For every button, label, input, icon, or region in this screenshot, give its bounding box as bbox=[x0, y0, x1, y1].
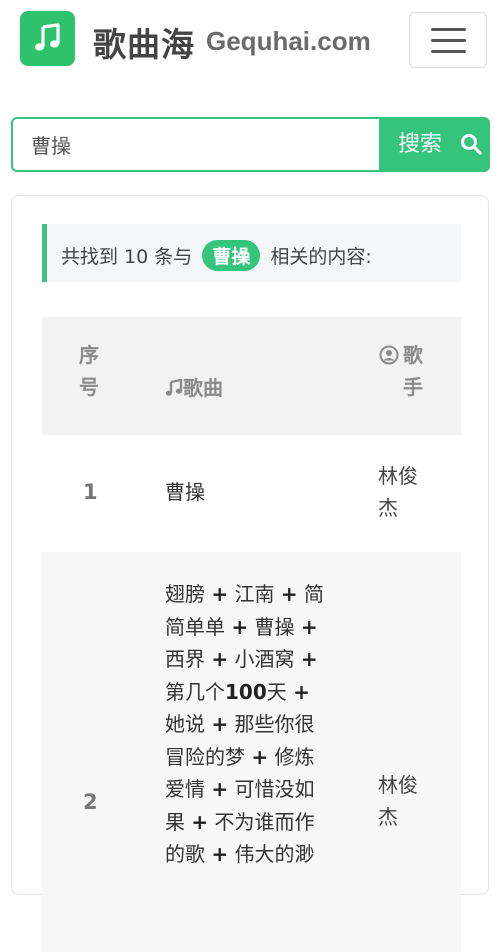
header-song: 歌曲 bbox=[165, 372, 223, 404]
song-link[interactable]: 曹操 bbox=[165, 476, 205, 509]
user-circle-icon bbox=[379, 345, 399, 365]
singer-link[interactable]: 林俊 杰 bbox=[378, 460, 418, 524]
search-button-label: 搜索 bbox=[398, 132, 443, 157]
hamburger-menu-button[interactable] bbox=[409, 12, 487, 68]
top-navbar: 歌曲海 Gequhai.com bbox=[0, 0, 500, 80]
results-card: 共找到 10 条与 曹操 相关的内容: 序号 歌曲 歌手 1 曹操 林俊 杰 2… bbox=[11, 195, 489, 952]
header-singer: 歌手 bbox=[379, 339, 439, 403]
song-link[interactable]: 翅膀 + 江南 + 简 简单单 + 曹操 + 西界 + 小酒窝 + 第几个100… bbox=[165, 578, 324, 871]
music-note-icon bbox=[35, 23, 60, 51]
music-icon bbox=[165, 378, 183, 396]
logo[interactable] bbox=[20, 11, 75, 66]
search-icon bbox=[461, 134, 482, 155]
search-form: 搜索 bbox=[11, 117, 490, 172]
notice-suffix: 相关的内容: bbox=[270, 246, 372, 268]
brand-name[interactable]: 歌曲海 bbox=[93, 18, 195, 66]
brand-domain[interactable]: Gequhai.com bbox=[206, 26, 371, 57]
search-button[interactable]: 搜索 bbox=[379, 117, 490, 172]
notice-prefix: 共找到 10 条与 bbox=[61, 246, 193, 268]
table-header: 序号 歌曲 歌手 bbox=[42, 317, 461, 435]
header-index: 序号 bbox=[79, 343, 99, 399]
row-index: 1 bbox=[83, 480, 98, 504]
search-input[interactable] bbox=[11, 117, 381, 172]
singer-link[interactable]: 林俊 杰 bbox=[378, 769, 418, 833]
header-song-label: 歌曲 bbox=[183, 376, 223, 400]
keyword-badge: 曹操 bbox=[202, 240, 261, 271]
results-notice: 共找到 10 条与 曹操 相关的内容: bbox=[42, 224, 461, 282]
hamburger-icon bbox=[431, 28, 466, 31]
table-row[interactable]: 2 翅膀 + 江南 + 简 简单单 + 曹操 + 西界 + 小酒窝 + 第几个1… bbox=[42, 552, 461, 952]
header-singer-label: 歌手 bbox=[403, 343, 423, 399]
table-row[interactable]: 1 曹操 林俊 杰 bbox=[42, 436, 461, 552]
row-index: 2 bbox=[83, 790, 98, 814]
